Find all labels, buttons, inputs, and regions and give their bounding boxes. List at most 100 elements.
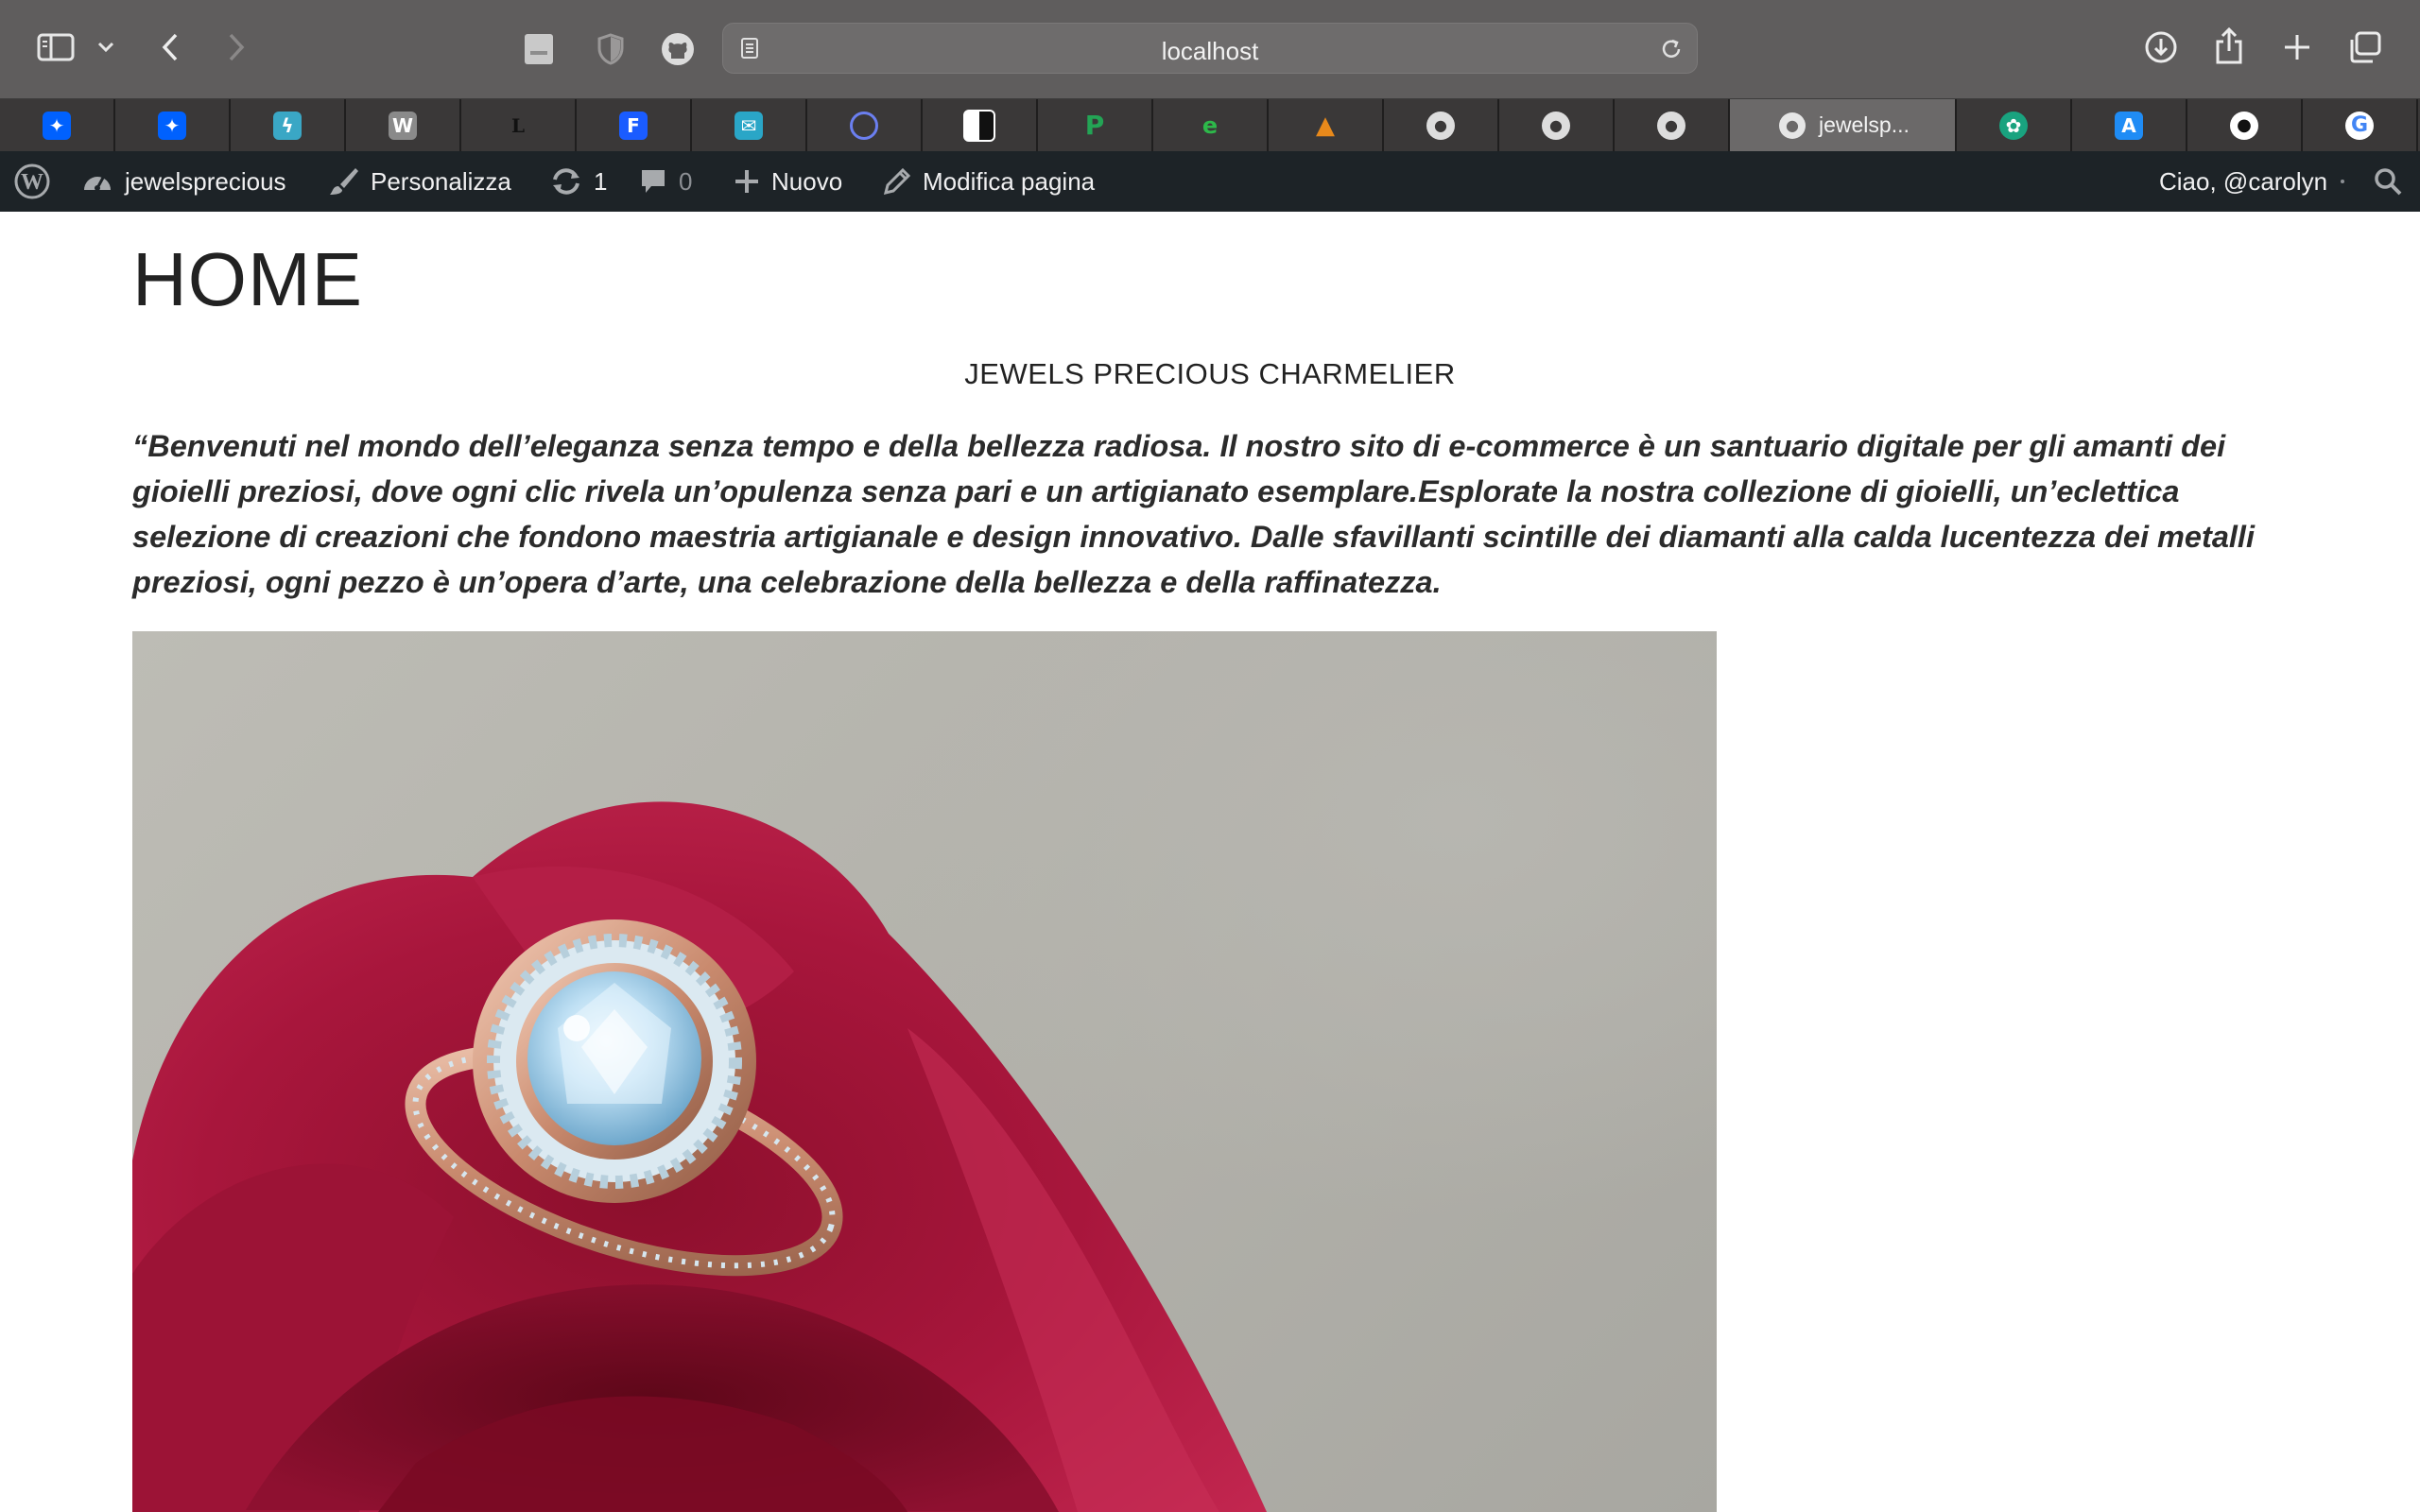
intro-paragraph: “Benvenuti nel mondo dell’eleganza senza… [132, 429, 2255, 599]
dropbox-icon: ✦ [158, 111, 186, 140]
elephant-icon: ● [1779, 112, 1806, 139]
l-letter-icon: L [510, 113, 526, 137]
dropbox-icon: ✦ [43, 111, 71, 140]
github-icon [662, 33, 694, 65]
address-bar[interactable]: localhost [722, 23, 1698, 74]
circle-logo-icon [850, 111, 878, 140]
wp-new-content-menu[interactable]: Nuovo [734, 151, 842, 212]
tab-wordpress-w[interactable]: W [346, 99, 461, 151]
tab-e-site[interactable]: e [1153, 99, 1269, 151]
tab-jewelsprecious-active[interactable]: ● jewelsp... [1730, 99, 1957, 151]
back-button[interactable] [153, 28, 187, 66]
page-title: HOME [132, 237, 363, 321]
pencil-icon [883, 167, 911, 196]
tab-openai[interactable]: ✿ [1957, 99, 2072, 151]
wp-customize-label: Personalizza [371, 166, 511, 196]
plus-icon [2285, 35, 2309, 60]
tab-elephant-2[interactable]: ● [1499, 99, 1615, 151]
chevron-down-icon [97, 42, 114, 53]
wp-updates-count: 1 [594, 166, 608, 196]
chevron-right-icon [229, 33, 245, 61]
zapier-icon: ϟ [273, 111, 302, 140]
tab-mountain-site[interactable]: ▲ [1269, 99, 1384, 151]
url-text: localhost [1161, 37, 1259, 65]
sidebar-icon [37, 33, 75, 61]
e-arrows-icon: e [1201, 112, 1219, 139]
tab-l-site[interactable]: L [461, 99, 577, 151]
checker-icon [963, 109, 995, 142]
github-icon: ● [2230, 111, 2258, 140]
app-store-icon: A [2115, 111, 2143, 140]
active-tab-title: jewelsp... [1819, 112, 1910, 137]
new-tab-button[interactable] [2278, 28, 2316, 66]
tab-mail-site[interactable]: ✉ [692, 99, 807, 151]
f-letter-icon: F [619, 111, 648, 140]
forward-button[interactable] [219, 28, 253, 66]
tab-f-site[interactable]: F [577, 99, 692, 151]
reload-icon[interactable] [1659, 37, 1684, 61]
google-icon: G [2345, 111, 2374, 140]
elephant-icon: ● [1542, 111, 1570, 140]
wp-site-name: jewelsprecious [125, 166, 286, 196]
chevron-left-icon [162, 33, 178, 61]
tab-zapier[interactable]: ϟ [231, 99, 346, 151]
ring-on-rose-illustration [132, 801, 1267, 1512]
tab-checker-site[interactable] [923, 99, 1038, 151]
wp-comments-link[interactable]: 0 [639, 151, 692, 212]
paintbrush-icon [330, 168, 358, 195]
search-icon [2375, 168, 2402, 196]
browser-toolbar: localhost [0, 0, 2420, 99]
page-subtitle: JEWELS PRECIOUS CHARMELIER [964, 357, 1456, 390]
tab-dropbox-1[interactable]: ✦ [0, 99, 115, 151]
updates-icon [553, 168, 579, 195]
wp-comments-count: 0 [679, 166, 693, 196]
wordpress-w-icon: W [389, 111, 417, 140]
github-extension-button[interactable] [659, 30, 697, 68]
tab-app-store[interactable]: A [2072, 99, 2187, 151]
wp-edit-page-label: Modifica pagina [923, 166, 1096, 196]
dashboard-icon [84, 177, 111, 191]
tab-bar: ✦ ✦ ϟ W L F ✉ P e ▲ ● ● ● ● jewelsp... ✿… [0, 99, 2420, 151]
wp-greeting: Ciao, @carolyn [2159, 166, 2328, 196]
share-button[interactable] [2210, 25, 2248, 66]
tab-group-dropdown[interactable] [93, 34, 119, 60]
openai-icon: ✿ [1999, 111, 2028, 140]
wp-customize-link[interactable]: Personalizza [327, 151, 511, 212]
wp-site-name-menu[interactable]: jewelsprecious [81, 151, 286, 212]
document-icon [525, 34, 553, 64]
wp-new-label: Nuovo [771, 166, 843, 196]
avatar [2341, 180, 2345, 183]
shield-icon [597, 33, 624, 65]
tab-p-site[interactable]: P [1038, 99, 1153, 151]
downloads-button[interactable] [2142, 28, 2180, 66]
page-extension-button[interactable] [520, 30, 558, 68]
elephant-icon: ● [1657, 111, 1685, 140]
plus-icon [735, 170, 758, 193]
wp-logo-menu[interactable]: W [13, 151, 51, 212]
tab-github[interactable]: ● [2187, 99, 2303, 151]
tab-dropbox-2[interactable]: ✦ [115, 99, 231, 151]
wp-search-button[interactable] [2373, 151, 2403, 212]
share-icon [2216, 26, 2242, 64]
tab-overview-button[interactable] [2346, 28, 2384, 66]
comment-bubble-icon [642, 170, 665, 193]
elephant-icon: ● [1426, 111, 1455, 140]
svg-text:W: W [21, 170, 43, 195]
sidebar-toggle-button[interactable] [34, 28, 78, 66]
mountain-icon: ▲ [1316, 111, 1335, 140]
hero-image-ring-on-rose [132, 631, 1717, 1512]
wp-updates-link[interactable]: 1 [550, 151, 607, 212]
tab-elephant-1[interactable]: ● [1384, 99, 1499, 151]
tab-circle-site[interactable] [807, 99, 923, 151]
download-icon [2145, 31, 2177, 63]
wp-account-menu[interactable]: Ciao, @carolyn [2159, 151, 2345, 212]
mail-icon: ✉ [735, 111, 763, 140]
privacy-button[interactable] [592, 30, 630, 68]
wp-admin-bar: W jewelsprecious Personalizza 1 0 Nuovo … [0, 151, 2420, 212]
tabs-overview-icon [2350, 31, 2381, 63]
tab-elephant-3[interactable]: ● [1615, 99, 1730, 151]
p-letter-icon: P [1084, 110, 1105, 141]
wp-edit-page-link[interactable]: Modifica pagina [883, 151, 1095, 212]
wordpress-logo-icon: W [14, 163, 50, 199]
tab-google[interactable]: G [2303, 99, 2418, 151]
